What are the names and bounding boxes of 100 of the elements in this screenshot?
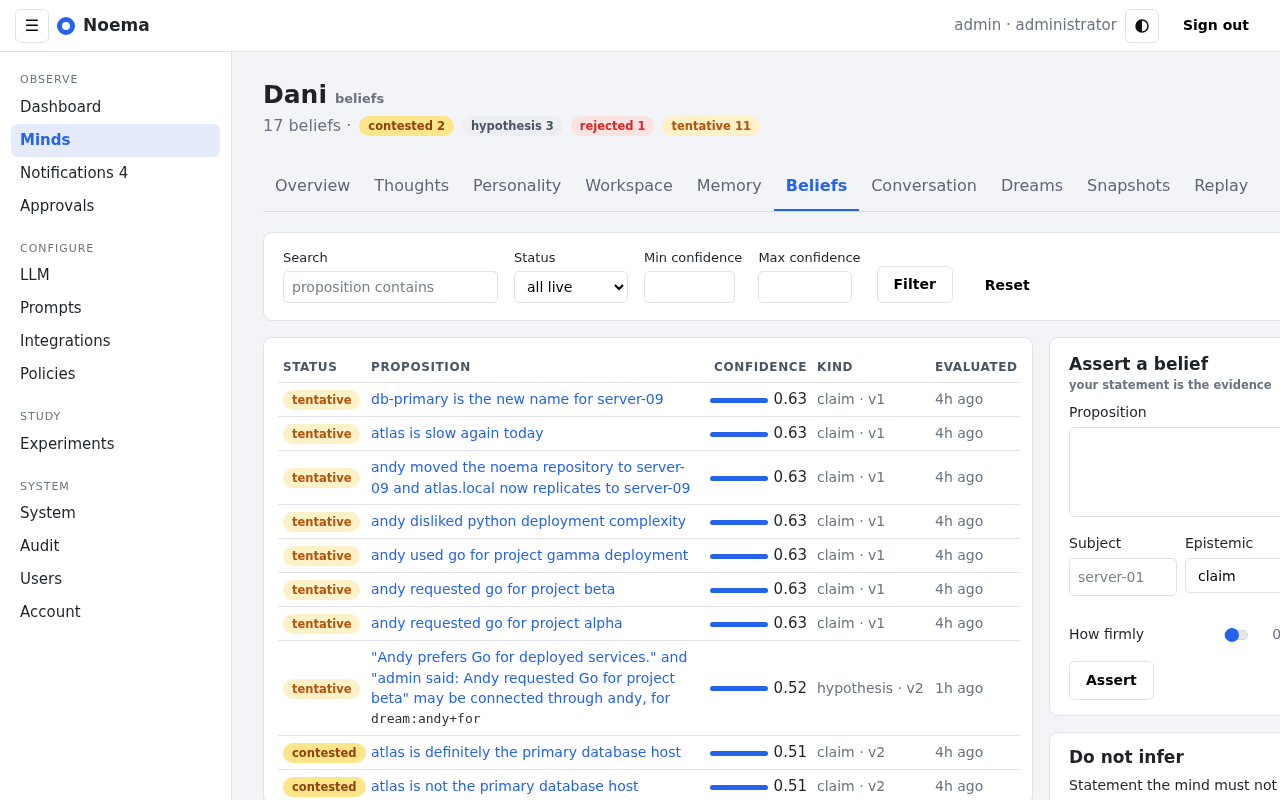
sidebar-item[interactable]: Policies xyxy=(11,358,220,391)
filter-button[interactable]: Filter xyxy=(876,266,953,303)
search-field[interactable]: proposition contains xyxy=(283,271,498,303)
field-label: Min confidence xyxy=(644,248,743,267)
kind-label: hypothesis · v2 xyxy=(817,679,924,696)
proposition-link[interactable]: atlas is not the primary database host xyxy=(371,776,699,797)
column-header: STATUS xyxy=(278,350,366,383)
user-label: admin · administrator xyxy=(954,15,1117,37)
confidence-bar xyxy=(709,397,768,403)
proposition-link[interactable]: andy used go for project gamma deployment xyxy=(371,545,699,566)
sidebar-heading: OBSERVE xyxy=(19,72,80,88)
sign-out-button[interactable]: Sign out xyxy=(1174,9,1257,42)
page-subtitle: beliefs xyxy=(335,90,385,108)
status-badge: tentative xyxy=(283,468,361,488)
sidebar-item[interactable]: Account xyxy=(11,596,220,629)
tab[interactable]: Workspace xyxy=(573,165,685,211)
sidebar-item[interactable]: Prompts xyxy=(11,292,220,325)
field-label: Status xyxy=(514,248,557,267)
kind-label: claim · v1 xyxy=(817,615,886,632)
theme-toggle-button[interactable] xyxy=(1124,8,1159,43)
sidebar-item[interactable]: Audit xyxy=(11,530,220,563)
firmness-slider[interactable] xyxy=(1224,629,1249,640)
tab[interactable]: Beliefs xyxy=(773,165,860,211)
tab[interactable]: Conversation xyxy=(859,165,989,211)
column-header: EVALUATED xyxy=(930,350,1020,383)
confidence-value: 0.52 xyxy=(773,678,807,697)
status-badge: hypothesis 3 xyxy=(461,115,563,136)
tab[interactable]: Overview xyxy=(263,165,363,211)
tab[interactable]: Replay xyxy=(1182,165,1261,211)
status-select[interactable]: all live xyxy=(514,271,628,303)
confidence-bar xyxy=(709,519,768,525)
proposition-link[interactable]: andy requested go for project beta xyxy=(371,579,699,600)
contrast-icon xyxy=(1134,18,1149,33)
belief-count: 17 beliefs · xyxy=(263,114,352,137)
field-label: Search xyxy=(283,248,329,267)
kind-label: claim · v1 xyxy=(817,469,886,486)
confidence-value: 0.63 xyxy=(773,512,807,531)
sidebar-item[interactable]: Integrations xyxy=(11,325,220,358)
assert-button[interactable]: Assert xyxy=(1069,661,1154,700)
evaluated-time: 4h ago xyxy=(935,547,984,564)
menu-button[interactable]: ☰ xyxy=(15,8,49,43)
proposition-link[interactable]: atlas is definitely the primary database host xyxy=(371,742,699,763)
panel-text: Statement the mind must not xyxy=(1069,775,1278,795)
page-title: Dani xyxy=(263,79,327,111)
field-label: Subject xyxy=(1069,534,1123,553)
sidebar-item[interactable]: Users xyxy=(11,563,220,596)
confidence-value: 0.51 xyxy=(773,743,807,762)
panel-title: Do not infer xyxy=(1069,746,1185,769)
confidence-bar xyxy=(709,621,768,627)
evaluated-time: 4h ago xyxy=(935,425,984,442)
sidebar-item[interactable]: Dashboard xyxy=(11,90,220,124)
confidence-value: 0.63 xyxy=(773,546,807,565)
sidebar-item[interactable]: Notifications 4 xyxy=(11,156,220,190)
min-confidence-field[interactable] xyxy=(644,271,735,303)
epistemic-select[interactable]: claim xyxy=(1185,558,1280,593)
sidebar-item[interactable]: Minds xyxy=(11,123,220,157)
sidebar-item[interactable]: Approvals xyxy=(11,189,220,223)
tab[interactable]: Dreams xyxy=(988,165,1076,211)
status-badge: tentative 11 xyxy=(662,115,760,136)
proposition-link[interactable]: db-primary is the new name for server-09 xyxy=(371,389,699,410)
sidebar-item[interactable]: Experiments xyxy=(11,427,220,461)
evaluated-time: 4h ago xyxy=(935,778,984,795)
field-label: How firmly xyxy=(1069,625,1145,644)
field-label: Epistemic xyxy=(1185,534,1255,553)
confidence-bar xyxy=(709,475,768,481)
proposition-link[interactable]: andy disliked python deployment complexity xyxy=(371,511,699,532)
sidebar-item[interactable]: LLM xyxy=(11,259,220,292)
tab[interactable]: Personality xyxy=(461,165,574,211)
evaluated-time: 4h ago xyxy=(935,513,984,530)
status-badge: tentative xyxy=(283,424,361,444)
subject-field[interactable]: server-01 xyxy=(1069,558,1177,596)
confidence-bar xyxy=(709,431,768,437)
logo-icon xyxy=(57,16,75,35)
proposition-link[interactable]: atlas is slow again today xyxy=(371,423,699,444)
confidence-value: 0.63 xyxy=(773,390,807,409)
proposition-field[interactable] xyxy=(1069,427,1280,517)
proposition-link[interactable]: andy moved the noema repository to server-09 and atlas.local now replicates to server-09 xyxy=(371,457,699,498)
kind-label: claim · v1 xyxy=(817,391,886,408)
reset-button[interactable]: Reset xyxy=(968,268,1046,303)
proposition-link[interactable]: "Andy prefers Go for deployed services." and "admin said: Andy requested Go for project beta" may be connected through andy, for xyxy=(371,647,699,709)
evaluated-time: 4h ago xyxy=(935,391,984,408)
status-badge: contested xyxy=(283,777,366,797)
confidence-value: 0.63 xyxy=(773,424,807,443)
confidence-bar xyxy=(709,686,768,692)
confidence-value: 0.63 xyxy=(773,580,807,599)
max-confidence-field[interactable] xyxy=(758,271,853,303)
confidence-value: 0.63 xyxy=(773,468,807,487)
tab[interactable]: Thoughts xyxy=(362,165,462,211)
tab[interactable]: Memory xyxy=(684,165,774,211)
sidebar-item[interactable]: System xyxy=(11,497,220,530)
firmness-value: 0 xyxy=(1272,625,1280,644)
status-badge: tentative xyxy=(283,546,361,566)
tab[interactable]: Snapshots xyxy=(1075,165,1183,211)
status-badge: tentative xyxy=(283,580,361,600)
status-badge: rejected 1 xyxy=(570,115,655,136)
evaluated-time: 4h ago xyxy=(935,581,984,598)
proposition-link[interactable]: andy requested go for project alpha xyxy=(371,613,699,634)
status-badge: contested 2 xyxy=(359,115,454,136)
sidebar-heading: STUDY xyxy=(19,409,63,425)
status-badge: tentative xyxy=(283,512,361,532)
